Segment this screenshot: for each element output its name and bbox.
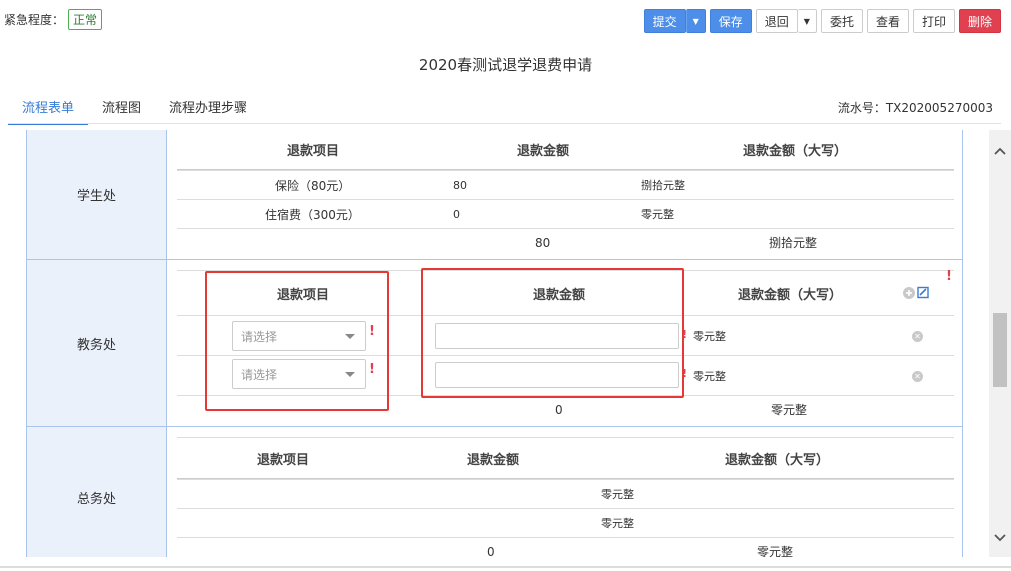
table-row: 住宿费（300元） 0 零元整 [177, 199, 954, 228]
save-button[interactable]: 保存 [709, 9, 752, 33]
remove-circle-icon[interactable]: ✕ [912, 331, 923, 342]
table-total-row: 0 零元整 [177, 537, 954, 557]
column-header-amount-upper: 退款金额（大写） [743, 144, 848, 159]
refund-item: 保险（80元） [275, 178, 351, 193]
caret-down-icon: ▼ [692, 16, 699, 26]
table-row: 零元整 [177, 508, 954, 537]
refund-item: 住宿费（300元） [265, 207, 360, 222]
urgency-label: 紧急程度： [4, 13, 65, 27]
table-row: 零元整 [177, 479, 954, 508]
refund-amount: 0 [453, 207, 460, 221]
refund-amount-upper: 捌拾元整 [641, 179, 685, 192]
delete-button[interactable]: 删除 [958, 9, 1001, 33]
highlight-box-amount [421, 268, 684, 398]
chevron-down-icon[interactable] [989, 527, 1011, 549]
form-page: 紧急程度： 正常 提交 ▼ 保存 退回 ▼ 委托 查看 打印 删除 2020春测… [0, 0, 1011, 571]
delegate-button[interactable]: 委托 [820, 9, 863, 33]
submit-button-group: 提交 ▼ [643, 9, 706, 33]
column-header-item: 退款项目 [287, 144, 340, 159]
view-button[interactable]: 查看 [866, 9, 909, 33]
add-row-control [903, 271, 929, 315]
dept-label: 教务处 [27, 260, 167, 426]
return-dropdown-button[interactable]: ▼ [797, 9, 817, 33]
print-button[interactable]: 打印 [912, 9, 955, 33]
refund-amount-upper: 零元整 [693, 369, 726, 383]
submit-dropdown-button[interactable]: ▼ [685, 9, 706, 33]
column-header-amount-upper: 退款金额（大写） [738, 287, 843, 303]
tabs-divider [8, 123, 1001, 124]
caret-down-icon: ▼ [803, 16, 810, 26]
table-header-row: 退款项目 退款金额 退款金额（大写） [177, 130, 954, 170]
refund-amount-upper: 零元整 [693, 329, 726, 343]
page-title: 2020春测试退学退费申请 [418, 56, 593, 74]
serial-number: 流水号：TX202005270003 [837, 101, 993, 115]
refund-amount-upper: 零元整 [601, 517, 634, 530]
table-header-row: 退款项目 退款金额 退款金额（大写） [177, 437, 954, 479]
highlight-box-item [205, 271, 389, 411]
scrollbar-thumb[interactable] [993, 313, 1007, 387]
dept-label: 学生处 [27, 130, 167, 259]
vertical-scrollbar[interactable] [989, 130, 1011, 557]
required-mark: ! [946, 269, 952, 284]
total-amount-upper: 捌拾元整 [769, 236, 818, 250]
section-student-affairs: 学生处 退款项目 退款金额 退款金额（大写） 保险（80元） 80 捌拾元整 住… [27, 130, 962, 260]
refund-amount-upper: 零元整 [641, 208, 674, 221]
total-amount: 0 [555, 402, 563, 417]
return-button-group: 退回 ▼ [755, 9, 817, 33]
total-amount: 80 [535, 235, 551, 250]
total-amount: 0 [487, 544, 495, 558]
column-header-amount: 退款金额 [517, 144, 570, 159]
column-header-amount: 退款金额 [467, 452, 520, 468]
column-header-amount-upper: 退款金额（大写） [725, 452, 830, 468]
submit-button[interactable]: 提交 [643, 9, 686, 33]
chevron-up-icon[interactable] [989, 140, 1011, 162]
total-amount-upper: 零元整 [771, 403, 808, 417]
refund-amount-upper: 零元整 [601, 488, 634, 501]
urgency-indicator: 紧急程度： 正常 [4, 9, 103, 30]
section-general-affairs: 总务处 退款项目 退款金额 退款金额（大写） 零元整 零元整 0 零元整 [27, 427, 962, 557]
refund-table: 退款项目 退款金额 退款金额（大写） 零元整 零元整 0 零元整 [177, 437, 954, 557]
action-toolbar: 提交 ▼ 保存 退回 ▼ 委托 查看 打印 删除 [643, 9, 1001, 33]
refund-table: 退款项目 退款金额 退款金额（大写） 保险（80元） 80 捌拾元整 住宿费（3… [177, 130, 954, 260]
column-header-item: 退款项目 [257, 452, 310, 468]
dept-label: 总务处 [27, 427, 167, 557]
tab-flowchart[interactable]: 流程图 [88, 94, 155, 125]
return-button[interactable]: 退回 [755, 9, 798, 33]
table-row: 保险（80元） 80 捌拾元整 [177, 170, 954, 199]
bottom-divider [0, 566, 1011, 568]
table-total-row: 80 捌拾元整 [177, 228, 954, 256]
tab-steps[interactable]: 流程办理步骤 [155, 94, 261, 125]
refund-amount: 80 [453, 178, 467, 192]
urgency-badge: 正常 [68, 9, 103, 30]
remove-circle-icon[interactable]: ✕ [912, 371, 923, 382]
tab-form[interactable]: 流程表单 [8, 94, 89, 125]
plus-circle-icon[interactable] [903, 286, 929, 300]
total-amount-upper: 零元整 [757, 545, 794, 557]
tab-bar: 流程表单 流程图 流程办理步骤 [8, 94, 261, 125]
